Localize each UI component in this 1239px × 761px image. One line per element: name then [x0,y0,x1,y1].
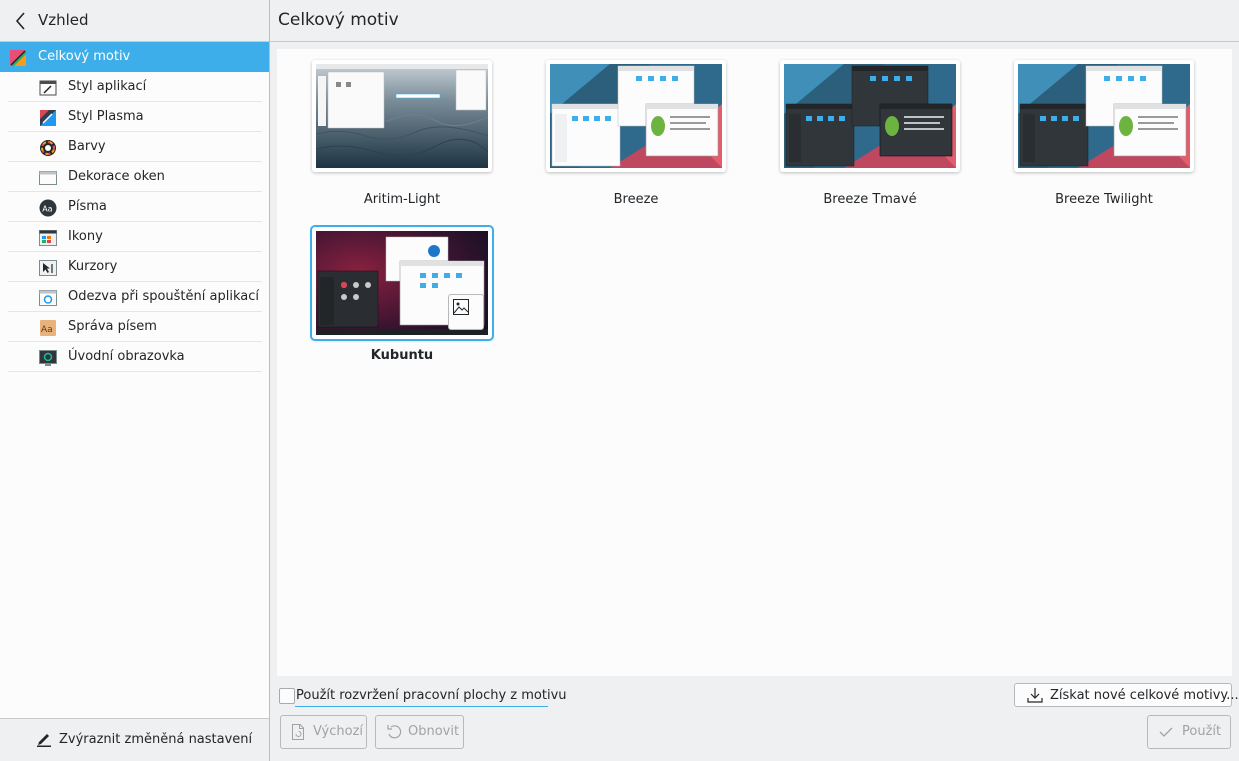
sidebar-item-fonts[interactable]: Aa Písma [0,192,269,222]
svg-text:Aa: Aa [41,325,53,335]
reset-button[interactable]: Obnovit [375,715,464,749]
sidebar-item-label: Barvy [68,139,106,154]
checkbox-label: Použít rozvržení pracovní plochy z motiv… [296,688,567,703]
sidebar-item-label: Písma [68,199,107,214]
sidebar-item-splash-screen[interactable]: Úvodní obrazovka [0,342,269,372]
apply-button[interactable]: Použít [1147,715,1231,749]
colors-icon [40,140,56,156]
cursors-icon [39,260,57,276]
get-new-global-themes-button[interactable]: Získat nové celkové motivy... [1014,683,1239,707]
fonts-icon: Aa [39,199,57,217]
sidebar-item-label: Odezva při spouštění aplikací [68,289,259,304]
theme-thumbnail [780,60,960,172]
theme-name: Kubuntu [370,348,434,363]
theme-thumbnail [312,227,492,339]
preview-button[interactable] [448,294,484,330]
apply-label: Použít [1182,724,1222,739]
sidebar-item-label: Kurzory [68,259,118,274]
plasma-style-icon [40,110,56,126]
sidebar-item-window-decorations[interactable]: Dekorace oken [0,162,269,192]
back-button[interactable] [12,10,30,32]
divider [8,371,262,372]
sidebar-item-label: Správa písem [68,319,157,334]
reset-label: Obnovit [408,724,460,739]
theme-thumbnail [546,60,726,172]
sidebar-item-label: Styl Plasma [68,109,144,124]
font-management-icon: Aa [40,320,56,336]
sidebar-item-label: Úvodní obrazovka [68,349,185,364]
focus-underline [295,706,548,707]
theme-name: Breeze Tmavé [823,192,917,207]
checkmark-icon [1159,727,1173,737]
sidebar-item-label: Dekorace oken [68,169,165,184]
theme-name: Breeze Twilight [1055,192,1153,207]
launch-feedback-icon [39,290,57,306]
highlight-changed-settings-button[interactable]: Zvýraznit změněná nastavení [0,718,269,761]
sidebar-item-cursors[interactable]: Kurzory [0,252,269,282]
sidebar-item-label: Celkový motiv [38,49,131,64]
chevron-left-icon [15,12,25,30]
sidebar-header: Vzhled [0,0,269,42]
sidebar-item-icons[interactable]: Ikony [0,222,269,252]
image-preview-icon [453,299,469,315]
window-decorations-icon [39,171,57,185]
download-icon [1027,688,1043,703]
theme-name: Aritim-Light [363,192,441,207]
page-title: Celkový motiv [278,10,399,30]
defaults-button[interactable]: Výchozí [280,715,367,749]
sidebar: Vzhled Celkový motiv Styl aplikací Styl … [0,0,270,761]
splash-screen-icon [39,350,57,366]
global-theme-icon [10,50,26,66]
sidebar-title: Vzhled [38,11,89,29]
page-header: Celkový motiv [270,0,1239,42]
sidebar-item-label: Styl aplikací [68,79,147,94]
highlight-changed-settings-label: Zvýraznit změněná nastavení [59,732,253,747]
pencil-icon [37,734,51,747]
theme-name: Breeze [613,192,659,207]
application-style-icon [39,80,57,96]
checkbox-box[interactable] [279,688,295,704]
theme-grid: Aritim-Light Breeze Breeze Tmavé Breeze … [277,49,1232,676]
defaults-label: Výchozí [313,724,364,739]
sidebar-item-global-theme[interactable]: Celkový motiv [0,42,269,72]
theme-thumbnail [312,60,492,172]
sidebar-item-plasma-style[interactable]: Styl Plasma [0,102,269,132]
get-new-global-themes-label: Získat nové celkové motivy... [1050,688,1239,703]
undo-icon [387,725,402,739]
category-list: Celkový motiv Styl aplikací Styl Plasma [0,42,269,372]
icons-icon [39,230,57,246]
sidebar-item-font-management[interactable]: Aa Správa písem [0,312,269,342]
theme-thumbnail [1014,60,1194,172]
sidebar-item-launch-feedback[interactable]: Odezva při spouštění aplikací [0,282,269,312]
sidebar-item-label: Ikony [68,229,103,244]
sidebar-item-colors[interactable]: Barvy [0,132,269,162]
document-defaults-icon [292,724,304,740]
sidebar-item-application-style[interactable]: Styl aplikací [0,72,269,102]
svg-text:Aa: Aa [42,205,52,214]
